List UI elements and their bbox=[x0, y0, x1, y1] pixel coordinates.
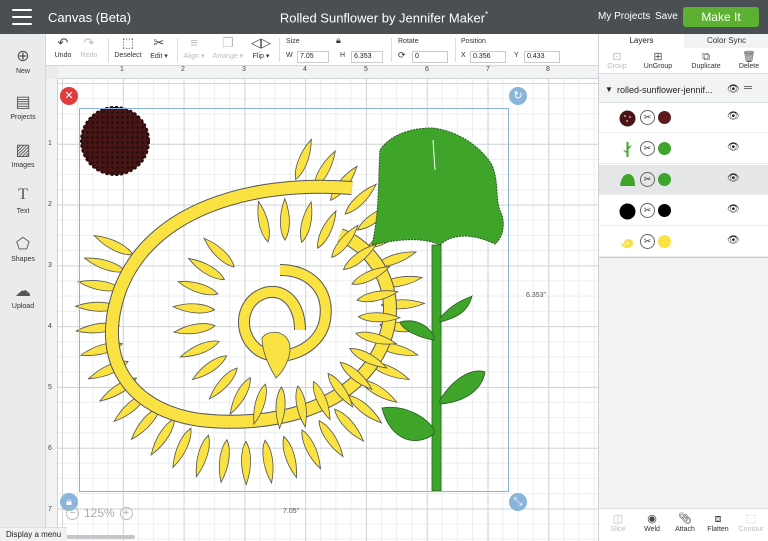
flatten-icon: ⧈ bbox=[714, 513, 722, 525]
spiral-thumb-icon bbox=[621, 239, 634, 249]
paperclip-icon: 📎︎ bbox=[678, 513, 692, 525]
black-blob-thumb-icon bbox=[619, 203, 636, 220]
flatten-button[interactable]: ⧈ Flatten bbox=[703, 513, 733, 533]
delete-label: Delete bbox=[738, 63, 760, 70]
cut-operation-icon[interactable]: ✂ bbox=[640, 172, 655, 187]
cut-operation-icon[interactable]: ✂ bbox=[640, 141, 655, 156]
attach-button[interactable]: 📎︎ Attach bbox=[671, 513, 699, 533]
selection-bounding-box[interactable] bbox=[79, 108, 509, 492]
slice-icon: ◫ bbox=[612, 513, 624, 525]
duplicate-icon: ⧉ bbox=[702, 51, 710, 63]
delete-button[interactable]: 🗑︎ Delete bbox=[735, 51, 763, 70]
my-projects-link[interactable]: My Projects bbox=[598, 11, 650, 22]
ungroup-icon: ⊞ bbox=[653, 51, 663, 63]
width-dimension-label: 7.05" bbox=[283, 508, 300, 515]
group-button[interactable]: ⊡ Group bbox=[605, 51, 629, 70]
drag-handle-icon[interactable]: ═ bbox=[744, 82, 752, 94]
layer-color-swatch[interactable] bbox=[658, 111, 671, 124]
eye-icon[interactable]: 👁︎ bbox=[727, 84, 740, 95]
layer-row[interactable]: ✂ 👁︎ bbox=[599, 103, 768, 133]
attach-label: Attach bbox=[675, 526, 695, 533]
layer-row[interactable]: ✂ 👁︎ bbox=[599, 227, 768, 257]
layer-group-header[interactable]: ▼ rolled-sunflower-jennif... 👁︎ ═ bbox=[599, 80, 768, 100]
layer-row[interactable]: ✂ 👁︎ bbox=[599, 196, 768, 226]
slice-button[interactable]: ◫ Slice bbox=[607, 513, 629, 533]
cut-operation-icon[interactable]: ✂ bbox=[640, 234, 655, 249]
group-label: Group bbox=[607, 63, 627, 70]
resize-handle-icon[interactable]: ⤡ bbox=[509, 493, 527, 511]
height-dimension-label: 6.353" bbox=[526, 292, 547, 299]
tab-layers[interactable]: Layers bbox=[599, 34, 684, 48]
panel-tabs: Layers Color Sync bbox=[599, 34, 768, 48]
flatten-label: Flatten bbox=[707, 526, 729, 533]
zoom-control: − 125% + bbox=[66, 504, 133, 522]
ungroup-label: UnGroup bbox=[643, 63, 673, 70]
zoom-in-button[interactable]: + bbox=[119, 506, 133, 520]
weld-label: Weld bbox=[644, 526, 660, 533]
layer-color-swatch[interactable] bbox=[658, 142, 671, 155]
duplicate-button[interactable]: ⧉ Duplicate bbox=[687, 51, 725, 70]
layer-color-swatch[interactable] bbox=[658, 204, 671, 217]
layer-tools: ⊡ Group ⊞ UnGroup ⧉ Duplicate 🗑︎ Delete bbox=[599, 48, 768, 74]
layer-action-bar: ◫ Slice ◉ Weld 📎︎ Attach ⧈ Flatten ⬚ Contour bbox=[599, 508, 768, 541]
contour-icon: ⬚ bbox=[745, 513, 757, 525]
duplicate-label: Duplicate bbox=[691, 63, 721, 70]
slice-label: Slice bbox=[610, 526, 626, 533]
tab-color-sync[interactable]: Color Sync bbox=[684, 34, 768, 48]
group-name: rolled-sunflower-jennif... bbox=[617, 85, 713, 95]
layer-color-swatch[interactable] bbox=[658, 235, 671, 248]
layers-panel: Layers Color Sync ⊡ Group ⊞ UnGroup ⧉ Dupli… bbox=[598, 34, 768, 541]
layer-list: ✂ 👁︎ ✂ 👁︎ ✂ 👁︎ ✂ 👁︎ ✂ 👁︎ bbox=[599, 102, 768, 258]
delete-handle-icon[interactable]: ✕ bbox=[60, 87, 78, 105]
make-it-button[interactable]: Make It bbox=[683, 7, 759, 27]
eye-icon[interactable]: 👁︎ bbox=[727, 204, 740, 215]
zoom-level: 125% bbox=[84, 506, 115, 520]
ungroup-button[interactable]: ⊞ UnGroup bbox=[641, 51, 675, 70]
layer-row[interactable]: ✂ 👁︎ bbox=[599, 165, 768, 195]
leaf-thumb-icon bbox=[620, 174, 635, 186]
rotate-handle-icon[interactable]: ↻ bbox=[509, 87, 527, 105]
cut-operation-icon[interactable]: ✂ bbox=[640, 110, 655, 125]
weld-button[interactable]: ◉ Weld bbox=[641, 513, 663, 533]
cut-operation-icon[interactable]: ✂ bbox=[640, 203, 655, 218]
status-tooltip: Display a menu bbox=[0, 527, 68, 541]
eye-icon[interactable]: 👁︎ bbox=[727, 142, 740, 153]
stem-thumb-icon bbox=[623, 142, 632, 157]
contour-button[interactable]: ⬚ Contour bbox=[735, 513, 767, 533]
zoom-out-button[interactable]: − bbox=[66, 506, 79, 520]
horizontal-scrollbar[interactable] bbox=[60, 535, 135, 539]
weld-icon: ◉ bbox=[647, 513, 657, 525]
dots-thumb-icon bbox=[619, 110, 636, 127]
layer-color-swatch[interactable] bbox=[658, 173, 671, 186]
save-button[interactable]: Save bbox=[655, 11, 678, 22]
layer-row[interactable]: ✂ 👁︎ bbox=[599, 134, 768, 164]
eye-icon[interactable]: 👁︎ bbox=[727, 111, 740, 122]
contour-label: Contour bbox=[738, 526, 764, 533]
trash-icon: 🗑︎ bbox=[742, 51, 756, 63]
eye-icon[interactable]: 👁︎ bbox=[727, 173, 740, 184]
group-icon: ⊡ bbox=[612, 51, 622, 63]
eye-icon[interactable]: 👁︎ bbox=[727, 235, 740, 246]
collapse-triangle-icon[interactable]: ▼ bbox=[605, 85, 613, 94]
